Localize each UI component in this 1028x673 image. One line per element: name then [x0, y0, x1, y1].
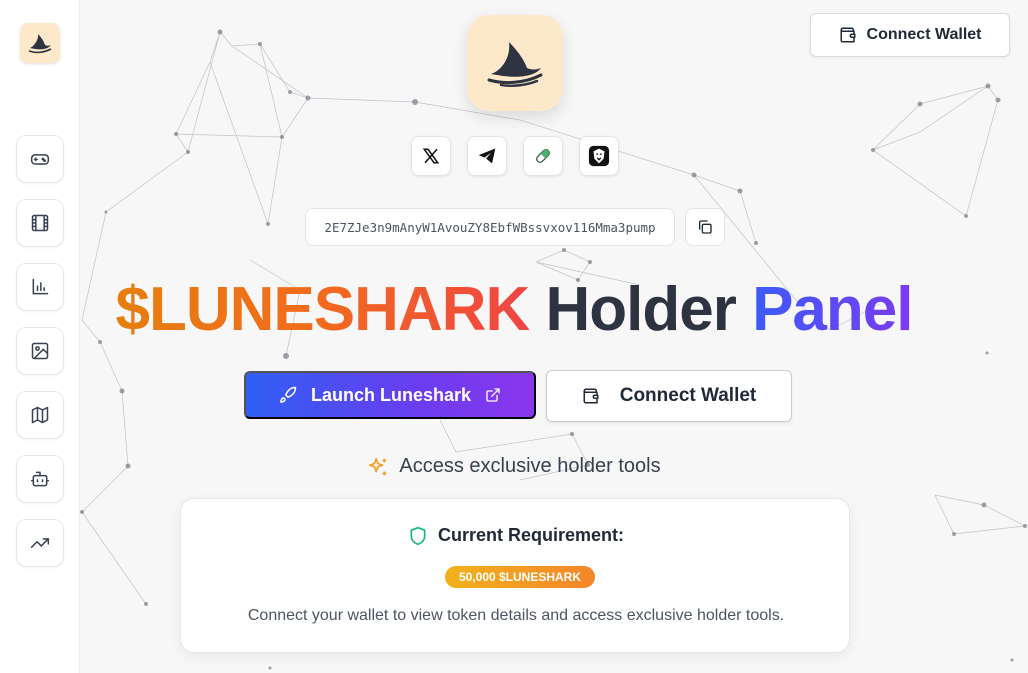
pill-icon [536, 149, 550, 163]
page-title: $LUNESHARK Holder Panel [0, 274, 1028, 346]
shark-fin-icon [487, 42, 543, 87]
tagline-text: Access exclusive holder tools [399, 455, 661, 477]
requirement-badge: 50,000 $LUNESHARK [445, 566, 595, 588]
contract-address[interactable]: 2E7ZJe3n9mAnyW1AvouZY8EbfWBssvxov116Mma3… [305, 208, 675, 246]
trending-up-icon [30, 538, 50, 548]
connect-wallet-button[interactable]: Connect Wallet [546, 370, 792, 422]
launch-luneshark-button[interactable]: Launch Luneshark [244, 371, 536, 419]
external-link-icon [486, 388, 500, 402]
sidebar-item-games[interactable] [16, 135, 64, 183]
main-logo [467, 15, 563, 111]
shield-icon [410, 526, 426, 545]
copy-icon [699, 220, 712, 234]
requirement-heading: Current Requirement: [181, 525, 851, 546]
lion-icon [588, 145, 610, 167]
title-holder: Holder [545, 275, 736, 344]
requirement-card: Current Requirement: 50,000 $LUNESHARK C… [180, 498, 850, 653]
contract-address-text: 2E7ZJe3n9mAnyW1AvouZY8EbfWBssvxov116Mma3… [324, 219, 656, 235]
film-icon [31, 214, 49, 232]
requirement-description: Connect your wallet to view token detail… [247, 607, 785, 624]
header-connect-label: Connect Wallet [866, 26, 982, 43]
connect-wallet-label: Connect Wallet [619, 385, 757, 406]
requirement-heading-text: Current Requirement: [437, 525, 625, 545]
title-panel: Panel [752, 275, 913, 344]
x-twitter-icon [422, 148, 440, 164]
sidebar-item-map[interactable] [16, 391, 64, 439]
header-connect-wallet-button[interactable]: Connect Wallet [810, 13, 1010, 57]
social-link-lion[interactable] [579, 136, 619, 176]
social-link-telegram[interactable] [467, 136, 507, 176]
shark-fin-icon [28, 34, 52, 54]
wallet-icon [583, 388, 599, 404]
gamepad-icon [30, 154, 50, 165]
social-link-x[interactable] [411, 136, 451, 176]
sidebar-item-trending[interactable] [16, 519, 64, 567]
map-icon [31, 406, 49, 424]
sidebar-logo[interactable] [20, 23, 60, 63]
tagline: Access exclusive holder tools [0, 455, 1028, 478]
sparkles-icon [369, 457, 387, 475]
sidebar-item-media[interactable] [16, 199, 64, 247]
wallet-icon [840, 27, 856, 43]
telegram-icon [478, 148, 496, 164]
rocket-icon [280, 386, 297, 403]
copy-address-button[interactable] [685, 208, 725, 246]
social-link-pill[interactable] [523, 136, 563, 176]
title-token: $LUNESHARK [115, 275, 531, 344]
launch-label: Launch Luneshark [310, 384, 472, 405]
